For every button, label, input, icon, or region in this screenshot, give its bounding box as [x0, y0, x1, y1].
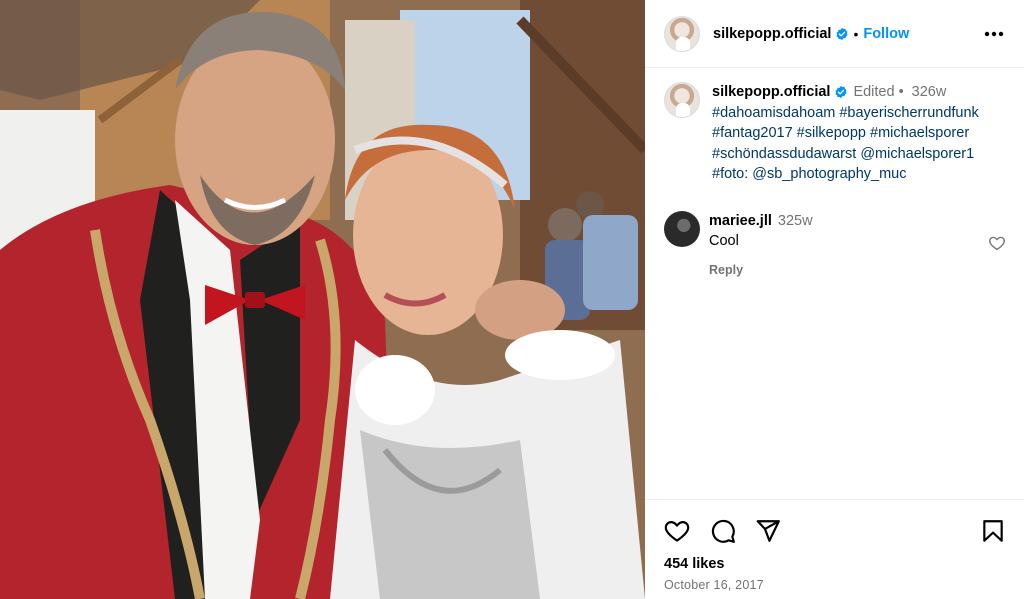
caption-hashtags-line-4[interactable]: #foto: @sb_photography_muc [712, 164, 979, 185]
likes-count[interactable]: 454 likes [664, 556, 724, 572]
caption-username[interactable]: silkepopp.official [712, 82, 830, 103]
edited-label: Edited [853, 84, 895, 100]
commenter-avatar[interactable] [664, 211, 700, 247]
header-separator: • [853, 25, 859, 42]
post-photo[interactable] [0, 0, 645, 599]
comment-body: mariee.jll 325w Cool Reply [709, 211, 813, 280]
post-image [0, 0, 645, 599]
comment-heart-icon[interactable] [988, 234, 1006, 252]
caption-body: silkepopp.official Edited • 326w #dahoam… [712, 82, 979, 185]
caption-hashtags-line-2[interactable]: #fantag2017 #silkepopp #michaelsporer [712, 123, 979, 144]
heart-icon[interactable] [664, 518, 690, 544]
verified-badge-icon [836, 27, 848, 40]
comment-text: Cool [709, 233, 739, 249]
bookmark-icon[interactable] [980, 518, 1006, 544]
verified-badge-icon [835, 86, 847, 99]
author-username[interactable]: silkepopp.official [713, 26, 831, 42]
paper-plane-icon[interactable] [755, 518, 781, 544]
follow-button[interactable]: Follow [863, 26, 909, 42]
reply-button[interactable]: Reply [709, 260, 813, 280]
post-date[interactable]: October 16, 2017 [664, 578, 764, 592]
caption-hashtags-line-1[interactable]: #dahoamisdahoam #bayerischerrundfunk [712, 103, 979, 124]
post-header: silkepopp.official • Follow [645, 0, 1024, 68]
comment-bubble-icon[interactable] [710, 518, 736, 544]
comment-item: mariee.jll 325w Cool Reply [664, 211, 1014, 280]
comment-age[interactable]: 325w [778, 213, 813, 229]
caption-age[interactable]: 326w [912, 82, 947, 103]
more-options-icon[interactable] [982, 22, 1006, 46]
post-side-panel: silkepopp.official • Follow silkepopp.of… [645, 0, 1024, 599]
caption-header: silkepopp.official Edited • 326w [712, 82, 979, 103]
caption-author-avatar[interactable] [664, 82, 700, 118]
caption-hashtags-line-3[interactable]: #schöndassdudawarst @michaelsporer1 [712, 144, 979, 165]
commenter-username[interactable]: mariee.jll [709, 213, 772, 229]
post-caption: silkepopp.official Edited • 326w #dahoam… [664, 82, 1014, 185]
caption-separator: • [898, 84, 904, 100]
author-avatar[interactable] [664, 15, 700, 52]
post-actions: 454 likes October 16, 2017 [645, 499, 1024, 599]
